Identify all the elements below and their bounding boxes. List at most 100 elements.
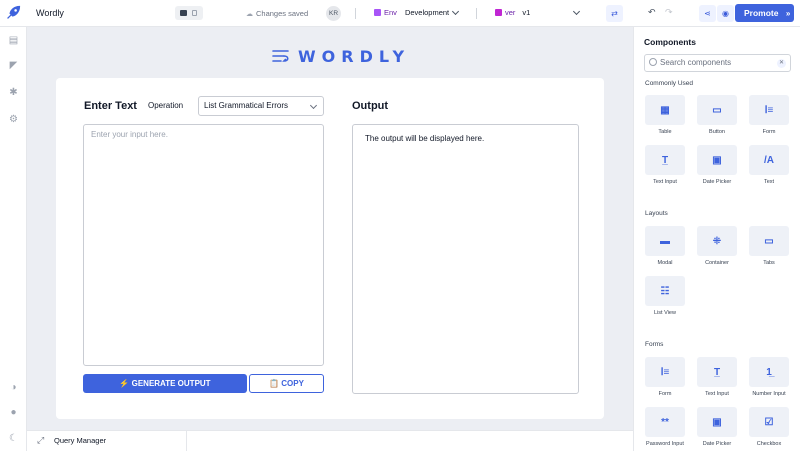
share-button[interactable]: ⋖ <box>699 5 716 22</box>
section-commonly-used: Commonly Used <box>645 80 694 87</box>
tile-label: Password Input <box>646 441 684 447</box>
promote-label: Promote <box>744 8 779 18</box>
preview-button[interactable]: ◉ <box>717 5 734 22</box>
dark-mode-icon[interactable]: ☾ <box>8 433 19 444</box>
eye-icon: ◉ <box>722 9 729 18</box>
dropdown-chevron-icon <box>309 101 318 110</box>
tile-label: Text Input <box>653 179 677 185</box>
modal-icon: ▬ <box>660 235 670 247</box>
version-selector[interactable]: ver v1 <box>495 8 530 17</box>
number-input-icon: 1̲ <box>766 366 772 378</box>
tile-label: Form <box>762 129 776 135</box>
password-icon: ** <box>661 416 669 428</box>
tile-label: Date Picker <box>702 441 732 447</box>
wordly-logo-icon <box>272 50 289 62</box>
tile-label: Table <box>658 129 672 135</box>
component-form[interactable]: Ⅰ≡ <box>749 95 789 125</box>
sync-icon: ⇄ <box>611 9 618 18</box>
support-icon[interactable]: ◑ <box>8 382 19 393</box>
expand-icon[interactable]: ⤢ <box>37 435 44 446</box>
button-icon: ▭ <box>712 104 722 116</box>
environment-value: Development <box>404 8 450 17</box>
component-text-input[interactable]: T̲ <box>645 145 685 175</box>
bottom-bar: ⤢ Query Manager <box>27 430 633 451</box>
component-checkbox[interactable]: ☑ <box>749 407 789 437</box>
calendar-icon: ▣ <box>712 154 722 166</box>
component-number-input[interactable]: 1̲ <box>749 357 789 387</box>
query-manager-toggle[interactable]: Query Manager <box>54 436 106 445</box>
component-table[interactable]: ▦ <box>645 95 685 125</box>
tile-label: Modal <box>657 260 673 266</box>
input-placeholder: Enter your input here. <box>91 130 168 139</box>
component-container[interactable]: ⁜ <box>697 226 737 256</box>
cloud-check-icon: ☁ <box>246 10 253 18</box>
inspector-icon[interactable]: ◤ <box>8 60 19 71</box>
search-placeholder: Search components <box>660 58 732 67</box>
components-panel: Components Search components ✕ Commonly … <box>633 27 800 451</box>
settings-gear-icon[interactable]: ⚙ <box>8 114 19 125</box>
redo-icon[interactable]: ↷ <box>665 7 673 18</box>
divider <box>186 431 187 451</box>
text-input-icon: T̲ <box>713 366 721 378</box>
version-icon <box>495 9 502 16</box>
list-view-icon: ☷ <box>660 285 670 297</box>
environment-selector[interactable]: Env Development <box>374 8 449 17</box>
app-name[interactable]: Wordly <box>36 8 64 18</box>
environment-label: Env <box>384 8 397 17</box>
save-status: ☁ Changes saved <box>246 9 308 18</box>
section-layouts: Layouts <box>645 210 668 217</box>
user-avatar[interactable]: KR <box>326 6 341 21</box>
component-tabs[interactable]: ▭ <box>749 226 789 256</box>
component-list-view[interactable]: ☷ <box>645 276 685 306</box>
divider <box>476 8 477 19</box>
component-text[interactable]: /A <box>749 145 789 175</box>
brand-header: WORDLY <box>272 46 411 66</box>
tile-label: Container <box>705 260 729 266</box>
component-modal[interactable]: ▬ <box>645 226 685 256</box>
mobile-view-icon[interactable] <box>192 10 197 16</box>
tile-label: Text Input <box>705 391 729 397</box>
version-value: v1 <box>522 8 531 17</box>
component-date-picker[interactable]: ▣ <box>697 407 737 437</box>
environment-icon <box>374 9 381 16</box>
operation-dropdown[interactable]: List Grammatical Errors <box>198 96 324 116</box>
component-text-input[interactable]: T̲ <box>697 357 737 387</box>
component-button[interactable]: ▭ <box>697 95 737 125</box>
view-toggle[interactable] <box>175 6 203 20</box>
tile-label: Form <box>658 391 672 397</box>
desktop-view-icon[interactable] <box>180 10 187 16</box>
clear-search-icon[interactable]: ✕ <box>777 59 786 68</box>
share-icon: ⋖ <box>704 9 711 18</box>
version-chevron-icon[interactable] <box>572 7 581 16</box>
operation-selected-value: List Grammatical Errors <box>204 101 289 110</box>
brand-title: WORDLY <box>298 46 411 66</box>
copy-button[interactable]: 📋 COPY <box>249 374 324 393</box>
output-heading: Output <box>352 100 389 112</box>
component-form[interactable]: Ⅰ≡ <box>645 357 685 387</box>
chat-icon[interactable]: ● <box>8 407 19 418</box>
input-textarea[interactable]: Enter your input here. <box>83 124 324 366</box>
tabs-icon: ▭ <box>764 235 774 247</box>
debugger-icon[interactable]: ✱ <box>8 87 19 98</box>
tile-label: List View <box>654 310 676 316</box>
pages-icon[interactable]: ▤ <box>8 35 19 46</box>
generate-output-button[interactable]: ⚡ GENERATE OUTPUT <box>83 374 247 393</box>
promote-button[interactable]: Promote » <box>735 4 794 22</box>
divider <box>355 8 356 19</box>
search-icon <box>649 58 657 66</box>
enter-text-heading: Enter Text <box>84 100 137 112</box>
left-rail: ▤ ◤ ✱ ⚙ ◑ ● ☾ <box>0 27 27 451</box>
component-password-input[interactable]: ** <box>645 407 685 437</box>
environment-chevron-icon[interactable] <box>451 7 460 16</box>
undo-icon[interactable]: ↶ <box>648 7 656 18</box>
container-icon: ⁜ <box>712 235 722 247</box>
tile-label: Button <box>709 129 725 135</box>
rocket-logo-icon[interactable] <box>5 4 22 21</box>
sync-button[interactable]: ⇄ <box>606 5 623 22</box>
component-date-picker[interactable]: ▣ <box>697 145 737 175</box>
tile-label: Checkbox <box>756 441 782 447</box>
component-search-input[interactable]: Search components ✕ <box>644 54 791 72</box>
calendar-icon: ▣ <box>712 416 722 428</box>
operation-label: Operation <box>148 101 184 110</box>
form-icon: Ⅰ≡ <box>660 366 670 378</box>
